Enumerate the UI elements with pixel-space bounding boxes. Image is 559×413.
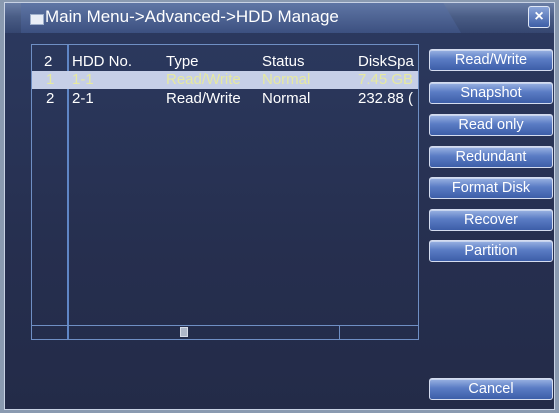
partition-button[interactable]: Partition <box>429 240 553 262</box>
redundant-button[interactable]: Redundant <box>429 146 553 168</box>
header-index: 2 <box>44 53 53 70</box>
scrollbar-thumb[interactable] <box>180 327 188 337</box>
hdd-list[interactable]: 2 HDD No. Type Status DiskSpa 1 1-1 Read… <box>31 44 419 340</box>
hdd-manage-window: Main Menu->Advanced->HDD Manage × 2 HDD … <box>4 2 555 410</box>
header-hdd-no[interactable]: HDD No. <box>72 53 132 70</box>
row-index: 2 <box>46 90 55 107</box>
recover-button[interactable]: Recover <box>429 209 553 231</box>
table-row[interactable]: 1 1-1 Read/Write Normal 7.45 GB <box>32 71 418 89</box>
scrollbar-divider <box>339 326 340 339</box>
title-bar: Main Menu->Advanced->HDD Manage × <box>5 3 554 33</box>
header-status[interactable]: Status <box>262 53 305 70</box>
row-disk-space: 7.45 GB <box>358 71 414 88</box>
cancel-button[interactable]: Cancel <box>429 378 553 400</box>
row-hdd-no: 1-1 <box>72 71 94 88</box>
snapshot-button[interactable]: Snapshot <box>429 82 553 104</box>
read-only-button[interactable]: Read only <box>429 114 553 136</box>
header-type[interactable]: Type <box>166 53 199 70</box>
row-index: 1 <box>46 71 55 88</box>
horizontal-scrollbar[interactable] <box>32 325 418 339</box>
window-icon <box>30 14 44 25</box>
window-title: Main Menu->Advanced->HDD Manage <box>45 7 339 26</box>
close-icon: × <box>534 8 544 25</box>
table-row[interactable]: 2 2-1 Read/Write Normal 232.88 ( <box>32 90 418 108</box>
row-hdd-no: 2-1 <box>72 90 94 107</box>
row-disk-space: 232.88 ( <box>358 90 414 107</box>
row-type: Read/Write <box>166 71 241 88</box>
close-button[interactable]: × <box>528 6 550 28</box>
read-write-button[interactable]: Read/Write <box>429 49 553 71</box>
format-disk-button[interactable]: Format Disk <box>429 177 553 199</box>
row-status: Normal <box>262 90 311 107</box>
row-type: Read/Write <box>166 90 241 107</box>
row-status: Normal <box>262 71 311 88</box>
header-disk-space[interactable]: DiskSpa <box>358 53 414 70</box>
